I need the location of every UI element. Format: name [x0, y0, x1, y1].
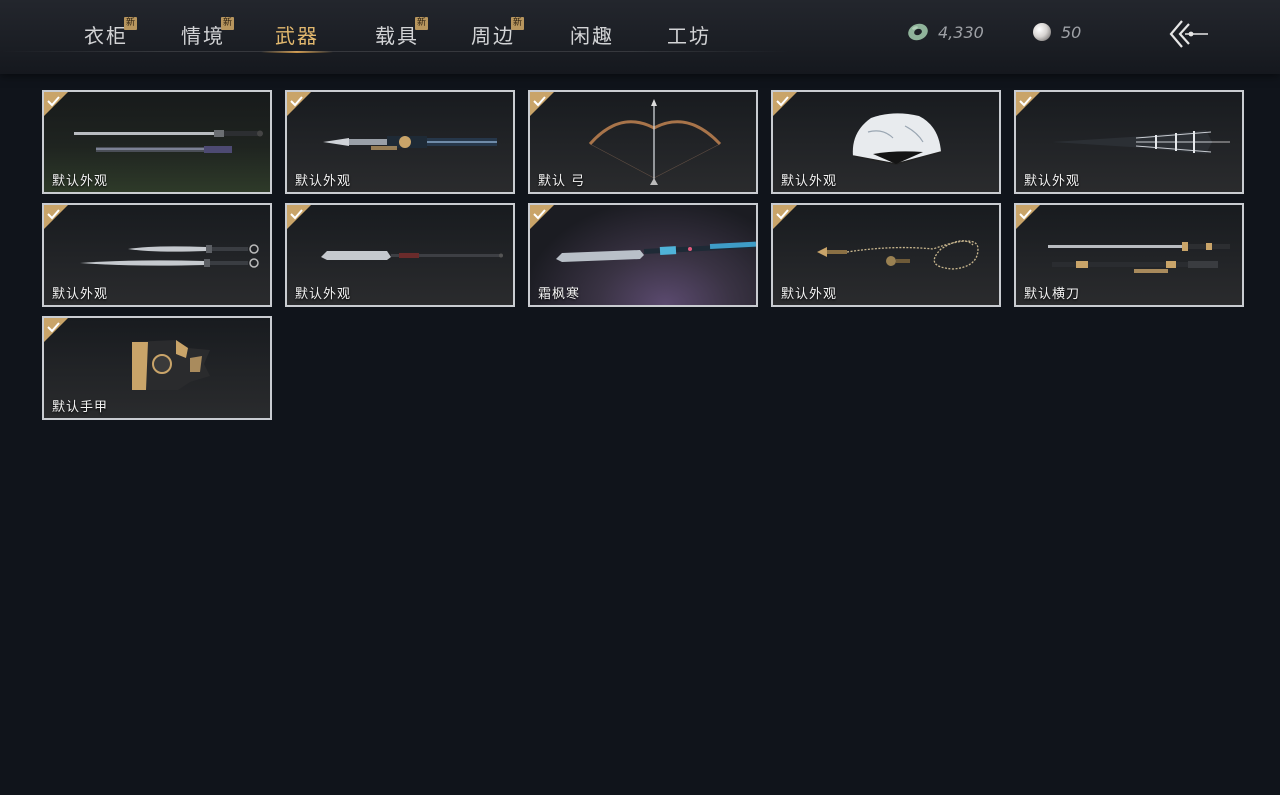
tab-accessories[interactable]: 周边 新	[471, 17, 524, 52]
owned-check-icon	[773, 205, 797, 229]
card-label: 默认 弓	[538, 174, 586, 189]
weapon-card-ornate-spear[interactable]: 默认外观	[285, 90, 515, 194]
tab-scenes[interactable]: 情境 新	[181, 17, 234, 52]
card-label: 默认外观	[295, 287, 352, 302]
owned-check-icon	[1016, 92, 1040, 116]
tab-leisure[interactable]: 闲趣	[570, 20, 614, 52]
card-label: 默认外观	[781, 174, 838, 189]
weapon-card-fan[interactable]: 默认外观	[771, 90, 1001, 194]
weapon-card-glaive[interactable]: 默认外观	[285, 203, 515, 307]
new-badge: 新	[415, 17, 428, 30]
new-badge: 新	[511, 17, 524, 30]
pearl-amount: 50	[1061, 22, 1082, 42]
owned-check-icon	[287, 205, 311, 229]
tab-wardrobe[interactable]: 衣柜 新	[84, 17, 137, 52]
weapon-card-umbrella[interactable]: 默认外观	[1014, 90, 1244, 194]
card-label: 默认横刀	[1024, 287, 1081, 302]
owned-check-icon	[530, 92, 554, 116]
weapon-card-bow[interactable]: 默认 弓	[528, 90, 758, 194]
owned-check-icon	[1016, 205, 1040, 229]
pearl-currency: 50	[1032, 20, 1081, 44]
tab-mounts[interactable]: 载具 新	[375, 17, 428, 52]
owned-check-icon	[530, 205, 554, 229]
tab-label: 载具	[375, 24, 419, 48]
card-label: 默认手甲	[52, 400, 109, 415]
card-label: 默认外观	[52, 174, 109, 189]
back-arrow-icon[interactable]	[1168, 18, 1210, 50]
tab-label: 工坊	[667, 24, 711, 48]
weapon-card-frost-spear[interactable]: 霜枫寒	[528, 203, 758, 307]
weapon-card-sword[interactable]: 默认外观	[42, 90, 272, 194]
owned-check-icon	[44, 318, 68, 342]
tab-label: 衣柜	[84, 24, 128, 48]
card-label: 默认外观	[1024, 174, 1081, 189]
card-label: 霜枫寒	[538, 287, 581, 302]
tab-weapons[interactable]: 武器	[261, 20, 333, 53]
tab-label: 闲趣	[570, 24, 614, 48]
new-badge: 新	[221, 17, 234, 30]
weapon-card-hengdao[interactable]: 默认横刀	[1014, 203, 1244, 307]
card-label: 默认外观	[781, 287, 838, 302]
weapon-card-twin-blades[interactable]: 默认外观	[42, 203, 272, 307]
tab-workshop[interactable]: 工坊	[667, 20, 711, 52]
owned-check-icon	[287, 92, 311, 116]
pearl-icon	[1033, 23, 1051, 41]
new-badge: 新	[124, 17, 137, 30]
top-nav-bar: 衣柜 新 情境 新 武器 载具 新 周边 新 闲趣 工坊 4,330 50	[0, 0, 1280, 74]
tab-label: 周边	[471, 24, 515, 48]
owned-check-icon	[773, 92, 797, 116]
card-label: 默认外观	[295, 174, 352, 189]
owned-check-icon	[44, 92, 68, 116]
coin-amount: 4,330	[938, 22, 984, 42]
tab-label: 武器	[275, 24, 319, 48]
card-label: 默认外观	[52, 287, 109, 302]
weapon-card-rope-dart[interactable]: 默认外观	[771, 203, 1001, 307]
tab-label: 情境	[181, 24, 225, 48]
coin-currency: 4,330	[907, 20, 984, 44]
jade-coin-icon	[908, 23, 928, 41]
owned-check-icon	[44, 205, 68, 229]
weapon-card-gauntlet[interactable]: 默认手甲	[42, 316, 272, 420]
